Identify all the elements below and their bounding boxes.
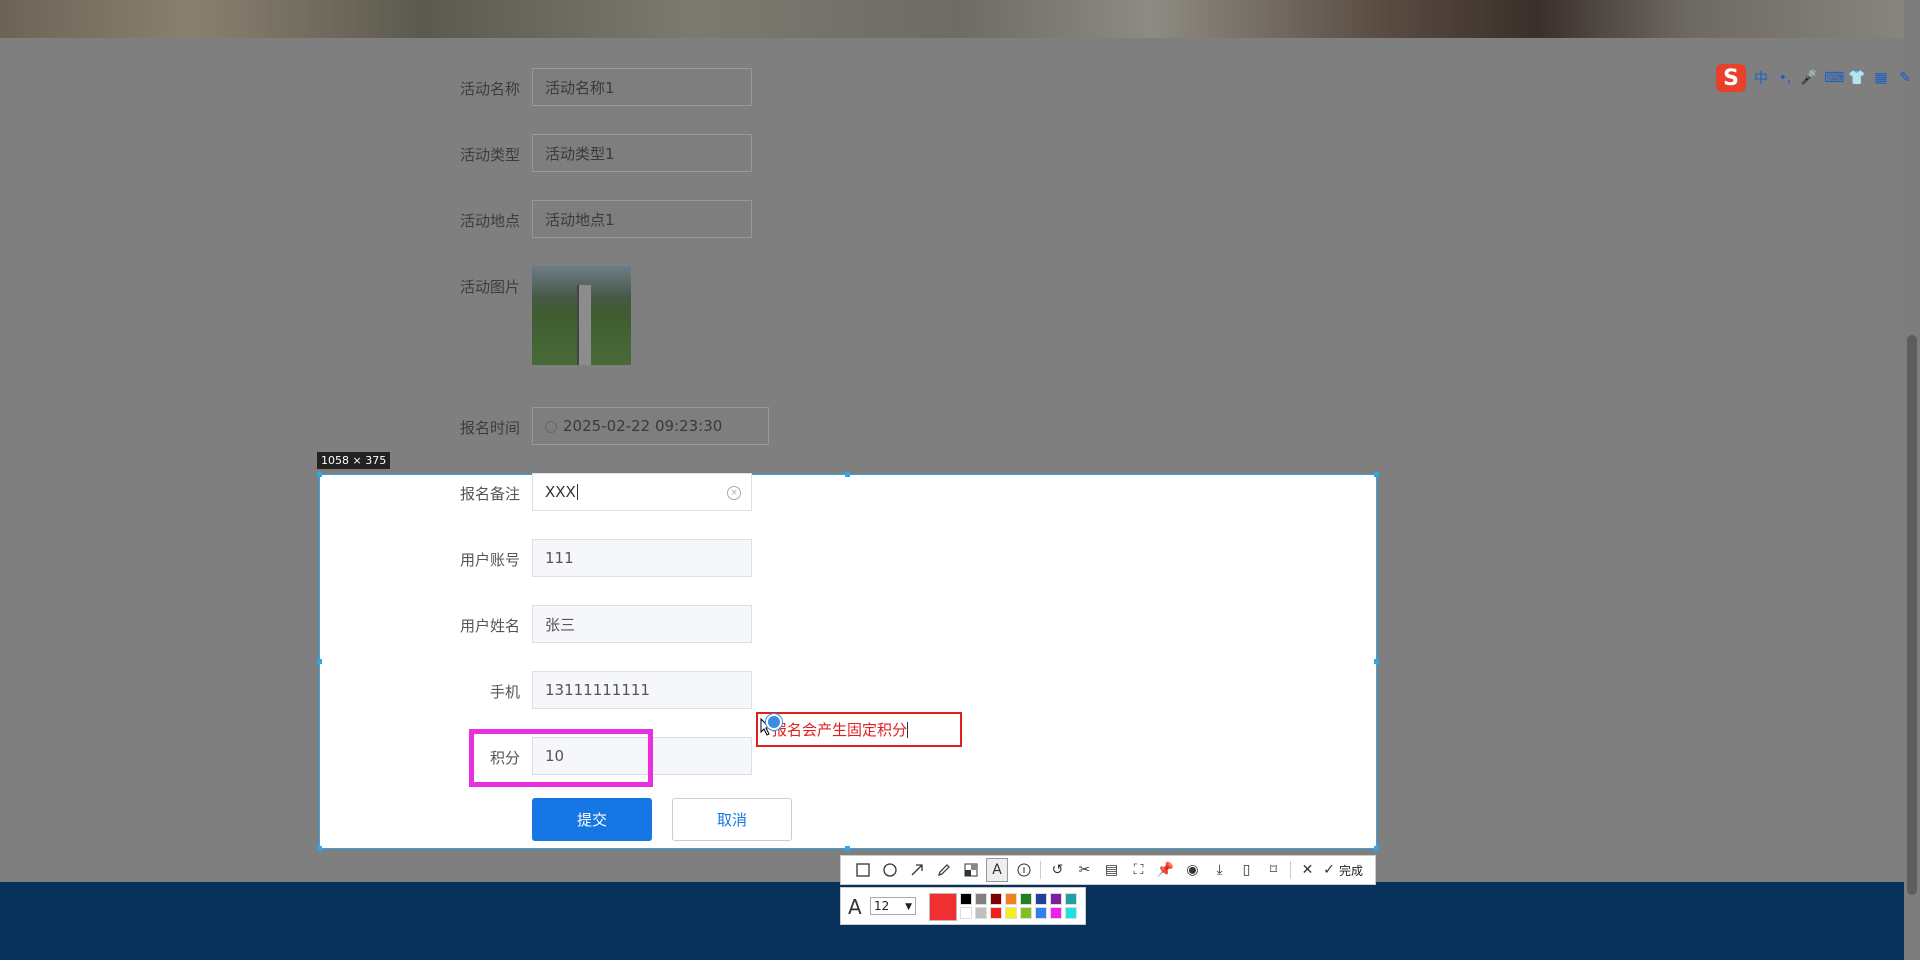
annotation-text: 报名会产生固定积分 xyxy=(772,721,908,739)
ime-mode[interactable]: 中 xyxy=(1752,68,1770,88)
resize-handle[interactable] xyxy=(317,659,322,664)
ellipse-icon[interactable] xyxy=(876,858,903,882)
undo-icon[interactable]: ↺ xyxy=(1044,858,1071,882)
ime-logo-icon[interactable]: S xyxy=(1716,64,1746,92)
color-swatch[interactable] xyxy=(990,893,1002,905)
scan-icon[interactable]: ⛶ xyxy=(1125,858,1152,882)
check-icon[interactable]: ✓ xyxy=(1321,858,1337,882)
cancel-button[interactable]: 取消 xyxy=(672,798,792,841)
activity-name-field[interactable]: 活动名称1 xyxy=(532,68,752,106)
user-account-field[interactable]: 111 xyxy=(532,539,752,577)
download-icon[interactable]: ⤓ xyxy=(1206,858,1233,882)
number-icon[interactable] xyxy=(1010,858,1037,882)
activity-image-label: 活动图片 xyxy=(459,278,520,296)
rectangle-icon[interactable] xyxy=(849,858,876,882)
screenshot-selection[interactable] xyxy=(319,474,1377,849)
activity-place-label: 活动地点 xyxy=(459,212,520,230)
color-swatch[interactable] xyxy=(1050,893,1062,905)
activity-type-field[interactable]: 活动类型1 xyxy=(532,134,752,172)
color-swatch[interactable] xyxy=(1005,907,1017,919)
long-screenshot-icon[interactable]: ▯ xyxy=(1233,858,1260,882)
annotation-text-box[interactable]: 报名会产生固定积分 xyxy=(756,712,962,747)
activity-type-label: 活动类型 xyxy=(459,146,520,164)
signup-time-value: 2025-02-22 09:23:30 xyxy=(563,417,723,435)
color-swatch[interactable] xyxy=(1020,907,1032,919)
color-swatch[interactable] xyxy=(960,907,972,919)
current-color-swatch[interactable] xyxy=(929,893,957,921)
pin-icon[interactable]: 📌 xyxy=(1152,858,1179,882)
scissors-icon[interactable]: ✂ xyxy=(1071,858,1098,882)
skin-icon[interactable]: 👕 xyxy=(1848,70,1866,86)
annotation-toolbar: A ↺ ✂ ▤ ⛶ 📌 ◉ ⤓ ▯ ⌑ ✕ ✓ 完成 xyxy=(840,855,1376,885)
ime-toolbar: S 中 •, 🎤 ⌨ 👕 ▦ ✎ xyxy=(1716,62,1914,94)
user-name-field[interactable]: 张三 xyxy=(532,605,752,643)
signup-note-value: XXX xyxy=(545,483,576,501)
header-banner xyxy=(0,0,1920,38)
mosaic-icon[interactable] xyxy=(957,858,984,882)
user-name-label: 用户姓名 xyxy=(459,617,520,635)
font-size-value: 12 xyxy=(874,899,890,913)
color-swatch[interactable] xyxy=(1020,893,1032,905)
bookmark-icon[interactable]: ⌑ xyxy=(1260,858,1287,882)
font-size-select[interactable]: 12 ▼ xyxy=(870,897,916,915)
user-account-label: 用户账号 xyxy=(459,551,520,569)
activity-place-field[interactable]: 活动地点1 xyxy=(532,200,752,238)
done-button[interactable]: 完成 xyxy=(1339,862,1363,879)
record-icon[interactable]: ◉ xyxy=(1179,858,1206,882)
scrollbar-thumb[interactable] xyxy=(1907,335,1917,895)
color-swatch[interactable] xyxy=(1005,893,1017,905)
keyboard-icon[interactable]: ⌨ xyxy=(1824,70,1844,86)
phone-label: 手机 xyxy=(489,683,520,701)
clear-icon[interactable]: × xyxy=(727,486,741,500)
text-cursor-marker-icon xyxy=(766,714,782,730)
phone-field[interactable]: 13111111111 xyxy=(532,671,752,709)
color-swatch[interactable] xyxy=(1035,907,1047,919)
color-swatch[interactable] xyxy=(1065,893,1077,905)
signup-note-input[interactable]: XXX × xyxy=(532,473,752,511)
selection-size-badge: 1058 × 375 xyxy=(317,452,391,469)
resize-handle[interactable] xyxy=(845,472,850,477)
resize-handle[interactable] xyxy=(845,846,850,851)
arrow-icon[interactable] xyxy=(903,858,930,882)
color-swatch[interactable] xyxy=(1065,907,1077,919)
microphone-icon[interactable]: 🎤 xyxy=(1800,70,1818,86)
text-icon[interactable]: A xyxy=(986,858,1008,882)
toolbar-divider xyxy=(1290,861,1291,879)
resize-handle[interactable] xyxy=(1374,659,1379,664)
color-swatch[interactable] xyxy=(960,893,972,905)
pen-icon[interactable] xyxy=(930,858,957,882)
activity-name-label: 活动名称 xyxy=(459,80,520,98)
submit-button[interactable]: 提交 xyxy=(532,798,652,841)
resize-handle[interactable] xyxy=(1374,472,1379,477)
color-swatch[interactable] xyxy=(975,893,987,905)
close-icon[interactable]: ✕ xyxy=(1294,858,1321,882)
apps-icon[interactable]: ▦ xyxy=(1872,70,1890,86)
signup-time-field[interactable]: 2025-02-22 09:23:30 xyxy=(532,407,769,445)
punctuation-icon[interactable]: •, xyxy=(1776,70,1794,86)
highlight-rectangle[interactable] xyxy=(469,729,653,787)
color-swatch[interactable] xyxy=(990,907,1002,919)
toolbar-divider xyxy=(1040,861,1041,879)
font-icon: A xyxy=(848,895,862,919)
resize-handle[interactable] xyxy=(1374,846,1379,851)
image-signboard xyxy=(577,285,591,365)
signup-note-label: 报名备注 xyxy=(459,485,520,503)
chevron-down-icon: ▼ xyxy=(905,902,912,912)
resize-handle[interactable] xyxy=(317,472,322,477)
clock-icon xyxy=(545,421,557,433)
more-icon[interactable]: ✎ xyxy=(1896,70,1914,86)
signup-time-label: 报名时间 xyxy=(459,419,520,437)
color-swatch[interactable] xyxy=(1050,907,1062,919)
color-swatch[interactable] xyxy=(1035,893,1047,905)
resize-handle[interactable] xyxy=(317,846,322,851)
ocr-icon[interactable]: ▤ xyxy=(1098,858,1125,882)
color-swatch[interactable] xyxy=(975,907,987,919)
